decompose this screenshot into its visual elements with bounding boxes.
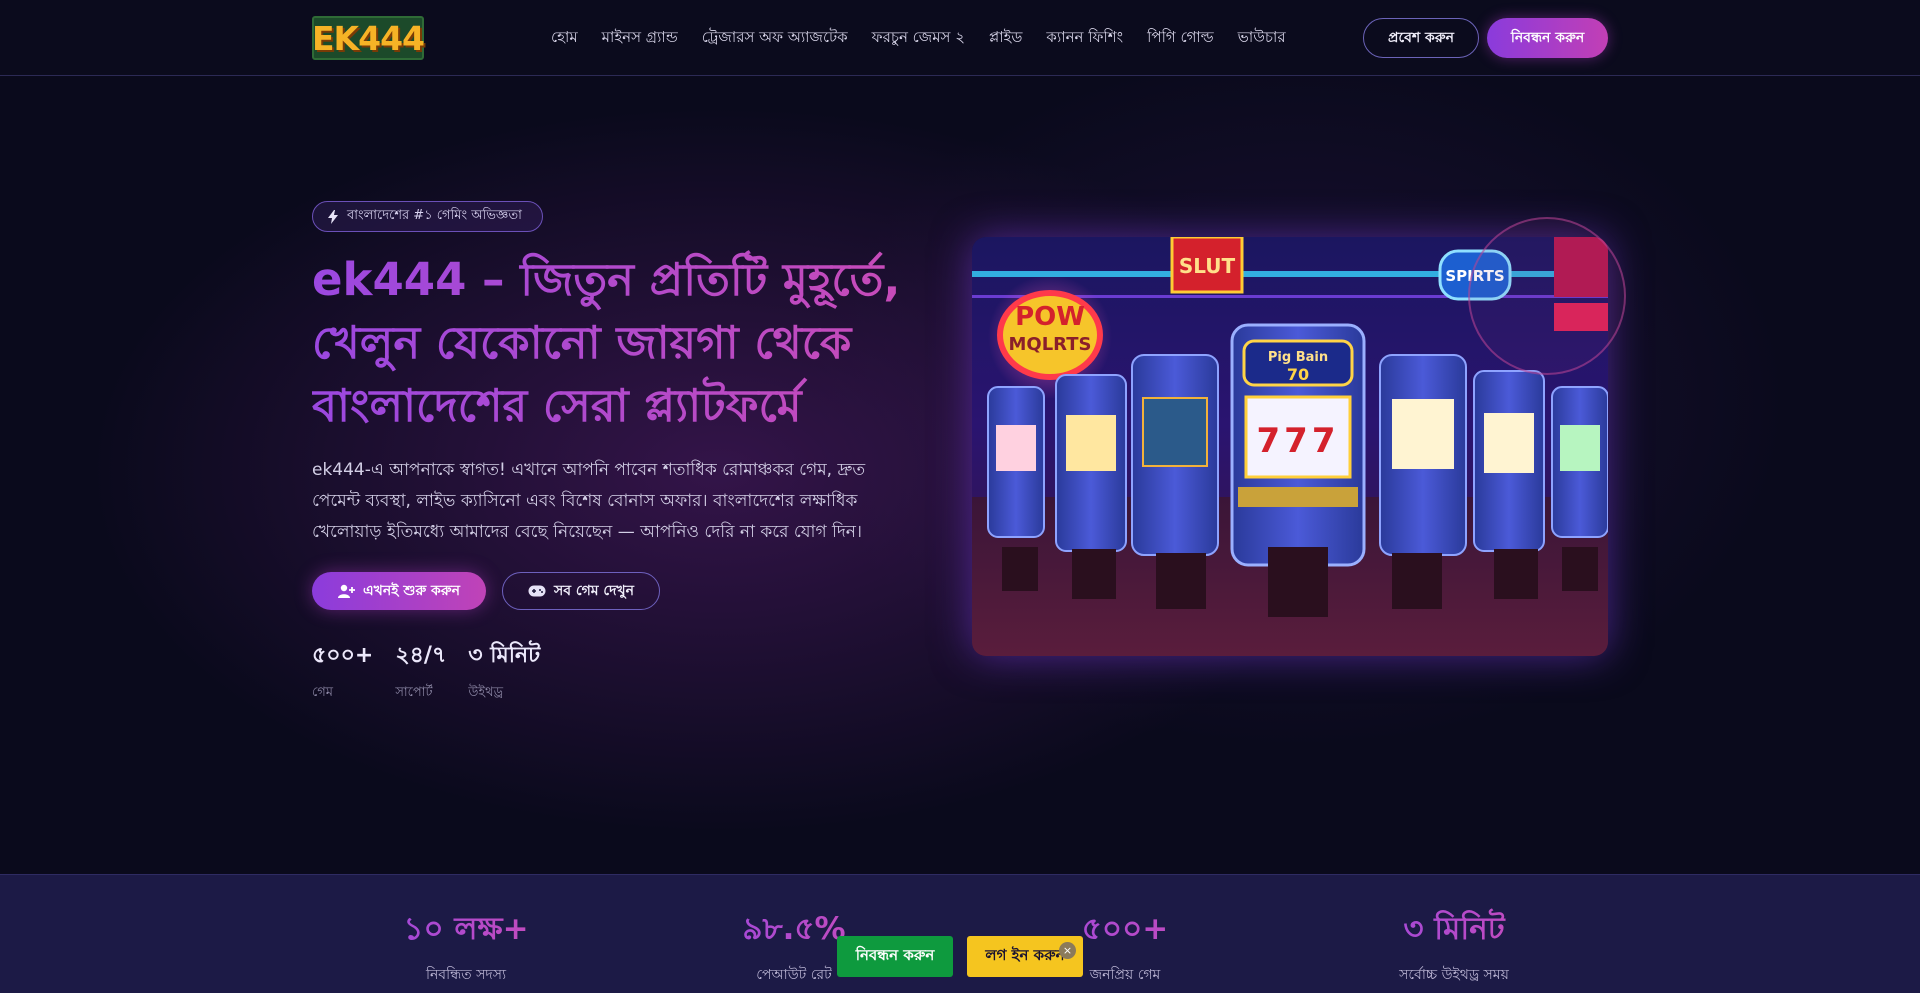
nav-item-fortune-gems-2[interactable]: ফরচুন জেমস ২	[872, 26, 965, 51]
view-all-games-button[interactable]: সব গেম দেখুন	[502, 572, 660, 610]
brand-logo[interactable]: EK444	[312, 16, 425, 60]
sign-slut: SLUT	[1179, 254, 1236, 278]
nav-item-voucher[interactable]: ভাউচার	[1238, 26, 1286, 51]
sticky-register-button[interactable]: নিবন্ধন করুন	[837, 936, 953, 977]
mini-stat-value: ৫০০+	[312, 643, 374, 668]
main-nav: হোম মাইনস গ্র্যান্ড ট্রেজারস অফ অ্যাজটেক…	[551, 26, 1286, 51]
hero-title-line-3: বাংলাদেশের সেরা প্ল্যাটফর্মে	[312, 379, 802, 432]
mini-stat-value: ৩ মিনিট	[468, 643, 541, 668]
stat-value: ৩ মিনিট	[1344, 905, 1564, 957]
nav-item-treasures-of-aztec[interactable]: ট্রেজারস অফ অ্যাজটেক	[702, 26, 848, 51]
mini-stat-value: ২৪/৭	[395, 643, 447, 668]
header-register-button[interactable]: নিবন্ধন করুন	[1487, 18, 1608, 58]
stat-withdraw-time: ৩ মিনিট সর্বোচ্চ উইথড্র সময়	[1344, 905, 1564, 987]
sign-pow: POW	[1015, 302, 1085, 332]
reel-777: 777	[1257, 421, 1340, 461]
sign-pig-bain: Pig Bain	[1268, 350, 1328, 365]
site-header: EK444 হোম মাইনস গ্র্যান্ড ট্রেজারস অফ অ্…	[0, 0, 1920, 76]
hero-badge-text: বাংলাদেশের #১ গেমিং অভিজ্ঞতা	[347, 208, 522, 223]
hero-title: ek444 – জিতুন প্রতিটি মুহূর্তে, খেলুন যে…	[312, 248, 912, 437]
mini-stat-label: গেম	[312, 685, 334, 700]
start-now-label: এখনই শুরু করুন	[363, 583, 460, 599]
mini-stat-label: উইথড্র	[468, 685, 504, 700]
hero-description: ek444-এ আপনাকে স্বাগত! এখানে আপনি পাবেন …	[312, 460, 866, 542]
nav-item-cannon-fishing[interactable]: ক্যানন ফিশিং	[1046, 26, 1123, 51]
stat-members: ১০ লক্ষ+ নিবন্ধিত সদস্য	[356, 905, 576, 987]
gamepad-icon	[528, 585, 546, 597]
stats-band: ১০ লক্ষ+ নিবন্ধিত সদস্য ৯৮.৫% পেআউট রেট …	[0, 874, 1920, 993]
hero-badge: বাংলাদেশের #১ গেমিং অভিজ্ঞতা	[312, 201, 543, 232]
lightning-icon	[328, 209, 338, 224]
mini-stat-games: ৫০০+ গেম	[312, 638, 373, 704]
hero-title-line-2: খেলুন যেকোনো জায়গা থেকে	[312, 316, 852, 369]
stat-value: ১০ লক্ষ+	[356, 905, 576, 957]
user-plus-icon	[338, 584, 356, 598]
nav-item-plinko[interactable]: প্লাইড	[989, 26, 1022, 51]
mini-stat-label: সাপোর্ট	[395, 685, 433, 700]
sign-mqlrts: MQLRTS	[1009, 334, 1092, 355]
nav-item-home[interactable]: হোম	[551, 26, 578, 51]
mini-stat-withdraw: ৩ মিনিট উইথড্র	[468, 638, 540, 704]
start-now-button[interactable]: এখনই শুরু করুন	[312, 572, 486, 610]
page: EK444 হোম মাইনস গ্র্যান্ড ট্রেজারস অফ অ্…	[0, 0, 1920, 993]
close-icon[interactable]: ×	[1059, 942, 1076, 959]
decorative-circle	[1468, 217, 1626, 375]
mini-stat-support: ২৪/৭ সাপোর্ট	[395, 638, 446, 704]
logo-text: EK444	[312, 18, 425, 58]
stat-label: সর্বোচ্চ উইথড্র সময়	[1399, 967, 1509, 983]
hero-title-line-1: ek444 – জিতুন প্রতিটি মুহূর্তে,	[312, 253, 901, 306]
header-login-button[interactable]: প্রবেশ করুন	[1363, 18, 1479, 58]
hero-mini-stats: ৫০০+ গেম ২৪/৭ সাপোর্ট ৩ মিনিট উইথড্র	[312, 638, 540, 704]
view-all-games-label: সব গেম দেখুন	[553, 583, 634, 599]
nav-item-mines-grand[interactable]: মাইনস গ্র্যান্ড	[602, 26, 678, 51]
sign-70: 70	[1287, 365, 1309, 384]
nav-item-piggy-gold[interactable]: পিগি গোল্ড	[1147, 26, 1214, 51]
stat-label: নিবন্ধিত সদস্য	[425, 967, 507, 983]
